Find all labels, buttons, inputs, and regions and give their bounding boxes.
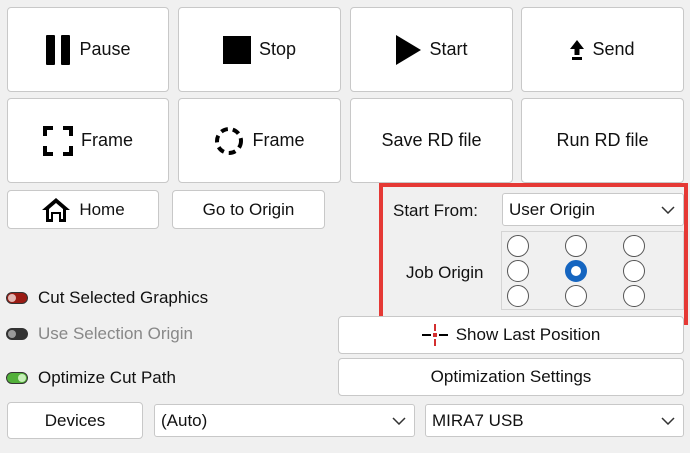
- frame-square-button[interactable]: Frame: [7, 98, 169, 183]
- frame-circle-label: Frame: [252, 130, 305, 150]
- start-label: Start: [429, 39, 468, 59]
- use-selection-origin-toggle[interactable]: Use Selection Origin: [6, 324, 193, 344]
- stop-label: Stop: [258, 39, 297, 59]
- cut-selected-graphics-toggle[interactable]: Cut Selected Graphics: [6, 288, 208, 308]
- cut-selected-graphics-label: Cut Selected Graphics: [38, 288, 209, 307]
- send-button[interactable]: Send: [521, 7, 684, 92]
- stop-icon: [222, 35, 251, 64]
- upload-arrow-icon: [570, 39, 585, 60]
- show-last-position-button[interactable]: Show Last Position: [338, 316, 684, 354]
- pause-button[interactable]: Pause: [7, 7, 169, 92]
- pause-label: Pause: [79, 39, 131, 59]
- frame-square-icon: [42, 125, 73, 156]
- pause-icon: [45, 34, 71, 65]
- optimize-cut-path-toggle[interactable]: Optimize Cut Path: [6, 368, 176, 388]
- go-to-origin-label: Go to Origin: [202, 199, 295, 219]
- home-button[interactable]: Home: [7, 190, 159, 229]
- start-button[interactable]: Start: [350, 7, 513, 92]
- home-icon: [41, 197, 71, 223]
- frame-square-label: Frame: [80, 130, 133, 150]
- frame-circle-icon: [214, 126, 244, 156]
- optimization-settings-button[interactable]: Optimization Settings: [338, 358, 684, 396]
- save-rd-file-label: Save RD file: [381, 130, 482, 150]
- devices-button[interactable]: Devices: [7, 402, 143, 439]
- run-rd-file-label: Run RD file: [556, 130, 649, 150]
- devices-label: Devices: [44, 410, 106, 430]
- toggle-on-icon: [6, 372, 28, 384]
- show-last-position-label: Show Last Position: [455, 325, 601, 344]
- save-rd-file-button[interactable]: Save RD file: [350, 98, 513, 183]
- optimization-settings-label: Optimization Settings: [430, 367, 592, 386]
- device-dropdown[interactable]: MIRA7 USB: [425, 404, 684, 437]
- optimize-cut-path-label: Optimize Cut Path: [38, 368, 176, 387]
- chevron-down-icon: [392, 416, 406, 425]
- use-selection-origin-label: Use Selection Origin: [38, 324, 193, 343]
- run-rd-file-button[interactable]: Run RD file: [521, 98, 684, 183]
- port-value: (Auto): [161, 410, 208, 430]
- chevron-down-icon: [661, 416, 675, 425]
- port-dropdown[interactable]: (Auto): [154, 404, 415, 437]
- play-icon: [395, 34, 422, 65]
- toggle-off-icon: [6, 292, 28, 304]
- home-label: Home: [79, 199, 125, 219]
- crosshair-icon: [421, 324, 448, 346]
- toggle-disabled-icon: [6, 328, 28, 340]
- go-to-origin-button[interactable]: Go to Origin: [172, 190, 325, 229]
- send-label: Send: [592, 39, 635, 59]
- stop-button[interactable]: Stop: [178, 7, 341, 92]
- annotation-highlight-box: [379, 183, 688, 325]
- frame-circle-button[interactable]: Frame: [178, 98, 341, 183]
- device-value: MIRA7 USB: [432, 410, 524, 430]
